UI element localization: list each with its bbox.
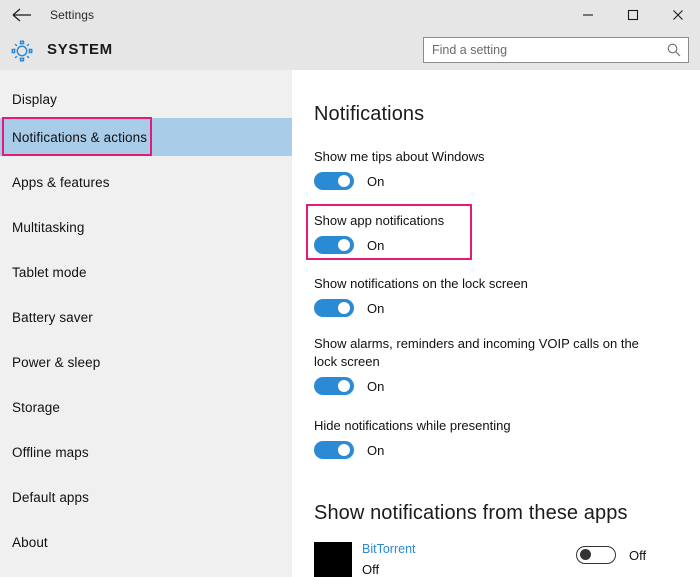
back-button[interactable] [0, 0, 44, 30]
toggle-show-tips[interactable] [314, 172, 354, 190]
sidebar-item-label: Display [12, 91, 57, 107]
sidebar-item-apps-features[interactable]: Apps & features [0, 163, 292, 201]
toggle-show-app-notifications[interactable] [314, 236, 354, 254]
search-box[interactable] [423, 37, 689, 63]
section-heading-apps: Show notifications from these apps [314, 502, 628, 524]
toggle-knob [338, 380, 350, 392]
page-title: SYSTEM [47, 41, 113, 58]
sidebar-item-offline-maps[interactable]: Offline maps [0, 433, 292, 471]
maximize-button[interactable] [610, 0, 655, 30]
sidebar-item-label: Battery saver [12, 309, 93, 325]
setting-label-alarms-voip: Show alarms, reminders and incoming VOIP… [314, 336, 639, 369]
sidebar-item-battery-saver[interactable]: Battery saver [0, 298, 292, 336]
sidebar-item-label: Notifications & actions [12, 129, 148, 145]
minimize-button[interactable] [565, 0, 610, 30]
close-button[interactable] [655, 0, 700, 30]
gear-icon [9, 38, 35, 64]
toggle-state-label: On [367, 442, 385, 458]
toggle-state-label: On [367, 237, 385, 253]
setting-alarms-voip-toggle-row[interactable]: On [314, 377, 384, 395]
toggle-state-label: Off [629, 547, 647, 563]
sidebar-item-tablet-mode[interactable]: Tablet mode [0, 253, 292, 291]
app-icon-bittorrent [314, 542, 352, 577]
sidebar-item-about[interactable]: About [0, 523, 292, 561]
sidebar-item-multitasking[interactable]: Multitasking [0, 208, 292, 246]
setting-label-show-app-notifications: Show app notifications [314, 213, 445, 228]
sidebar-item-label: Offline maps [12, 444, 89, 460]
sidebar-item-display[interactable]: Display [0, 80, 292, 118]
toggle-app-bittorrent[interactable] [576, 546, 616, 564]
page-header: SYSTEM [0, 30, 700, 70]
toggle-lock-screen-notifications[interactable] [314, 299, 354, 317]
section-heading-notifications: Notifications [314, 103, 425, 125]
content-panel: Notifications Show me tips about Windows… [292, 70, 700, 577]
search-icon [666, 42, 682, 58]
window-title: Settings [50, 8, 95, 22]
toggle-alarms-voip[interactable] [314, 377, 354, 395]
close-icon [672, 9, 684, 21]
toggle-state-label: On [367, 173, 385, 189]
toggle-hide-while-presenting[interactable] [314, 441, 354, 459]
toggle-state-label: On [367, 378, 385, 394]
maximize-icon [627, 9, 639, 21]
sidebar-item-label: Power & sleep [12, 354, 101, 370]
app-toggle-row-bittorrent[interactable]: Off [576, 546, 646, 564]
toggle-knob [580, 549, 591, 560]
sidebar-item-label: Storage [12, 399, 60, 415]
setting-label-hide-while-presenting: Hide notifications while presenting [314, 418, 511, 433]
search-input[interactable] [432, 38, 657, 62]
sidebar-item-power-sleep[interactable]: Power & sleep [0, 343, 292, 381]
app-list-item-bittorrent[interactable]: BitTorrent Off Off [314, 540, 684, 577]
app-substate-label: Off [362, 562, 380, 577]
sidebar-item-label: Default apps [12, 489, 89, 505]
sidebar-item-label: About [12, 534, 48, 550]
window-controls [565, 0, 700, 30]
sidebar-item-default-apps[interactable]: Default apps [0, 478, 292, 516]
back-arrow-icon [12, 8, 32, 22]
toggle-knob [338, 444, 350, 456]
setting-show-app-notifications-toggle-row[interactable]: On [314, 236, 384, 254]
setting-hide-while-presenting-toggle-row[interactable]: On [314, 441, 384, 459]
toggle-state-label: On [367, 300, 385, 316]
sidebar-item-label: Tablet mode [12, 264, 87, 280]
app-name-label[interactable]: BitTorrent [362, 542, 416, 556]
setting-show-tips-toggle-row[interactable]: On [314, 172, 384, 190]
toggle-knob [338, 175, 350, 187]
sidebar-item-label: Apps & features [12, 174, 110, 190]
sidebar: Display Notifications & actions Apps & f… [0, 70, 292, 577]
setting-label-lock-screen-notifications: Show notifications on the lock screen [314, 276, 528, 291]
sidebar-item-storage[interactable]: Storage [0, 388, 292, 426]
sidebar-item-notifications-actions[interactable]: Notifications & actions [0, 118, 292, 156]
title-bar: Settings [0, 0, 700, 30]
toggle-knob [338, 302, 350, 314]
sidebar-item-label: Multitasking [12, 219, 85, 235]
setting-lock-screen-notifications-toggle-row[interactable]: On [314, 299, 384, 317]
setting-label-show-tips: Show me tips about Windows [314, 149, 485, 164]
toggle-knob [338, 239, 350, 251]
minimize-icon [582, 9, 594, 21]
